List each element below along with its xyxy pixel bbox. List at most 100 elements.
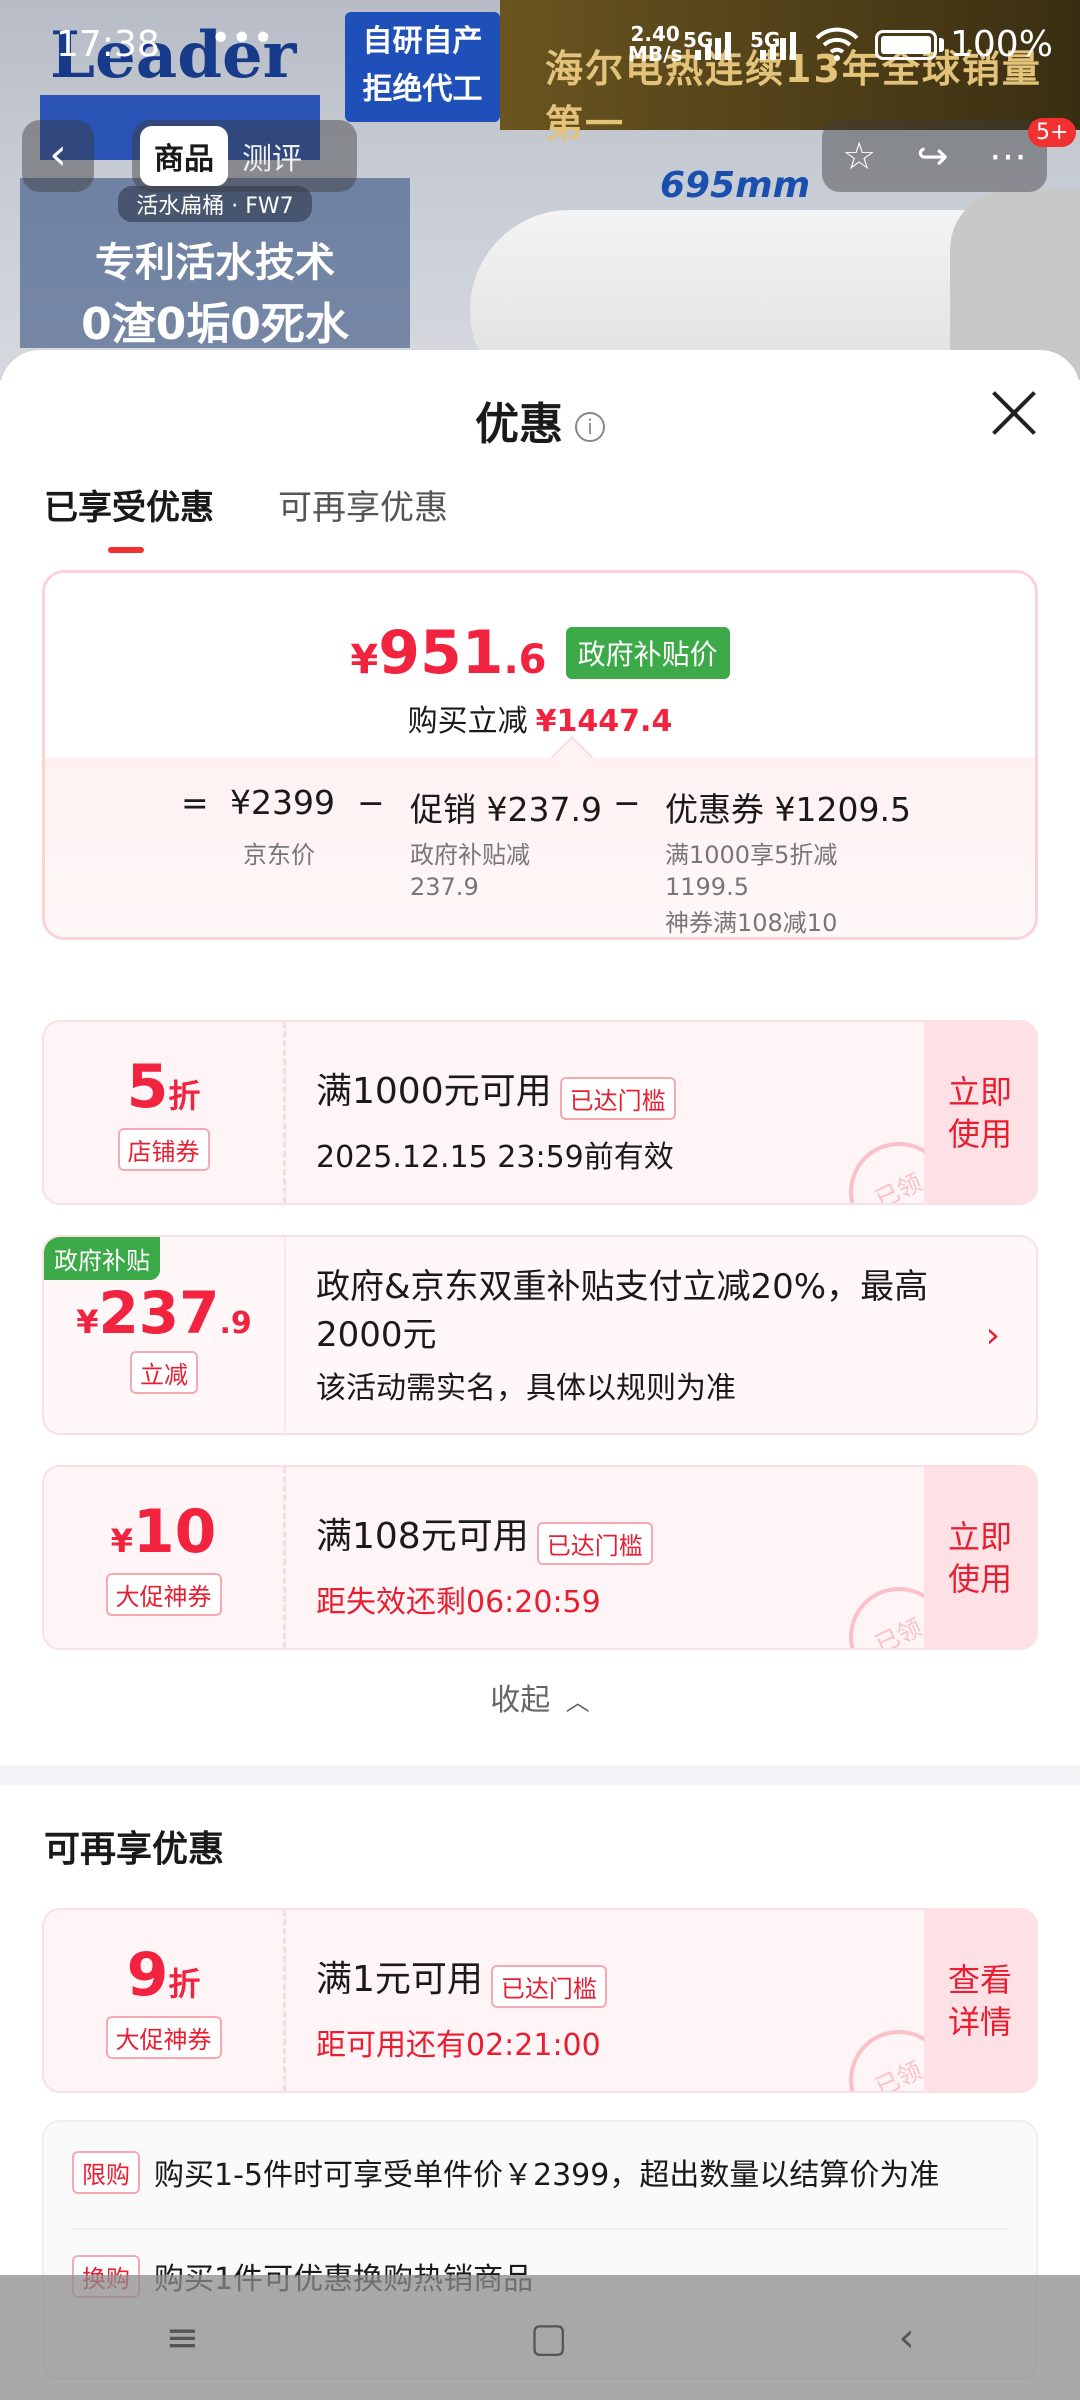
- formula-jd-price: ¥2399: [230, 783, 335, 822]
- gov-value-int: 237: [98, 1279, 220, 1347]
- battery-icon: [875, 30, 937, 60]
- menu-icon[interactable]: ≡: [165, 2315, 199, 2361]
- coupon-store: 5折 店铺券 满1000元可用 已达门槛 2025.12.15 23:59前有效 …: [42, 1020, 1038, 1205]
- view-details-button[interactable]: 查看详情: [924, 1910, 1036, 2091]
- instant-label: 购买立减: [407, 704, 528, 739]
- status-bar: 17:38 ••• 2.40 MB/s 5G 5G 100%: [0, 0, 1080, 90]
- formula-jd-label: 京东价: [243, 841, 315, 869]
- sheet-title: 优惠 i: [0, 388, 1080, 452]
- coupon-type: 店铺券: [117, 1128, 210, 1171]
- dimension-label: 695mm: [660, 165, 811, 206]
- coupon-countdown: 距失效还剩06:20:59: [316, 1585, 601, 1620]
- gov-value: ¥237.9: [44, 1279, 284, 1347]
- formula-promo-sub2: 237.9: [410, 873, 479, 901]
- use-now-label: 立即使用: [947, 1072, 1012, 1153]
- formula-coupon-sub2: 1199.5: [665, 873, 749, 901]
- coupon-type: 大促神券: [105, 2016, 222, 2059]
- gov-flag: 政府补贴: [44, 1237, 160, 1280]
- coupon-main: 满1元可用 已达门槛 距可用还有02:21:00: [316, 1950, 876, 2064]
- more-icon[interactable]: ⋯: [989, 134, 1027, 178]
- coupon-value-num: 5: [126, 1052, 169, 1122]
- tab-enjoyed[interactable]: 已享受优惠: [44, 480, 214, 553]
- coupon-title: 满1元可用: [316, 1959, 483, 2000]
- coupon-title: 满1000元可用: [316, 1071, 552, 1112]
- patent-line1: 专利活水技术: [95, 240, 335, 286]
- back-icon[interactable]: ‹: [899, 2315, 915, 2361]
- coupon-title: 满108元可用: [316, 1516, 529, 1557]
- home-icon[interactable]: ▢: [530, 2315, 568, 2361]
- final-price: ¥951.6: [350, 618, 546, 688]
- coupon-value: ¥10: [44, 1497, 283, 1567]
- chevron-left-icon: ‹: [49, 129, 67, 180]
- limit-row: 限购 购买1-5件时可享受单件价￥2399，超出数量以结算价为准: [72, 2150, 1008, 2194]
- price-int: 951: [378, 618, 504, 688]
- coupon-value: 5折: [44, 1052, 283, 1122]
- coupon-more: 9折 大促神券 满1元可用 已达门槛 距可用还有02:21:00 已领 查看详情: [42, 1908, 1038, 2093]
- gov-title: 政府&京东双重补贴支付立减20%，最高2000元: [316, 1267, 929, 1355]
- chevron-right-icon: ›: [985, 1315, 1000, 1356]
- wifi-icon: [815, 27, 859, 61]
- chevron-up-icon: ︿: [565, 1688, 590, 1716]
- formula-minus2: −: [613, 783, 641, 822]
- coupon-main: 满1000元可用 已达门槛 2025.12.15 23:59前有效: [316, 1062, 876, 1176]
- price-summary: ¥951.6 政府补贴价 购买立减 ¥1447.4 = ¥2399 − 促销 ¥2…: [42, 570, 1038, 940]
- nav-actions: ☆ ↪ ⋯: [822, 120, 1047, 192]
- coupon-promo: ¥10 大促神券 满108元可用 已达门槛 距失效还剩06:20:59 已领 立即…: [42, 1465, 1038, 1650]
- coupon-currency: ¥: [110, 1522, 133, 1560]
- gov-value-dec: .9: [219, 1306, 252, 1341]
- collapse-button[interactable]: 收起 ︿: [0, 1675, 1080, 1719]
- battery-percent: 100%: [950, 24, 1053, 65]
- formula-coupon: 优惠券 ¥1209.5: [665, 790, 911, 829]
- threshold-badge: 已达门槛: [559, 1077, 676, 1120]
- summary-top: ¥951.6 政府补贴价 购买立减 ¥1447.4: [45, 573, 1035, 758]
- share-icon[interactable]: ↪: [917, 134, 949, 178]
- tab-review[interactable]: 测评: [228, 126, 316, 186]
- coupon-countdown: 距可用还有02:21:00: [316, 2028, 601, 2063]
- view-details-label: 查看详情: [947, 1960, 1012, 2041]
- star-icon[interactable]: ☆: [842, 134, 876, 178]
- use-now-button[interactable]: 立即使用: [924, 1467, 1036, 1648]
- threshold-badge: 已达门槛: [536, 1522, 653, 1565]
- coupon-value-area: 5折 店铺券: [44, 1022, 286, 1203]
- formula-coupon-sub3: 神券满108减10: [665, 909, 838, 937]
- coupon-value-num: 10: [132, 1497, 217, 1567]
- coupon-value-area: 9折 大促神券: [44, 1910, 286, 2091]
- price-currency: ¥: [350, 637, 379, 683]
- threshold-badge: 已达门槛: [490, 1965, 607, 2008]
- coupon-value-unit: 折: [168, 1077, 201, 1115]
- coupon-value-unit: 折: [168, 1965, 201, 2003]
- limit-divider: [72, 2228, 1008, 2230]
- discount-tabs: 已享受优惠 可再享优惠: [44, 480, 448, 553]
- more-section-title: 可再享优惠: [44, 1829, 225, 1870]
- back-button[interactable]: ‹: [22, 120, 94, 192]
- coupon-value-area: ¥10 大促神券: [44, 1467, 286, 1648]
- formula-minus1: −: [357, 783, 385, 822]
- price-dec: .6: [503, 637, 547, 683]
- gov-subsidy-card[interactable]: ¥237.9 立减 政府补贴 政府&京东双重补贴支付立减20%，最高2000元 …: [42, 1235, 1038, 1435]
- section-divider: [0, 1765, 1080, 1785]
- message-badge: 5+: [1028, 118, 1077, 147]
- patent-line2: 0渣0垢0死水: [81, 299, 349, 350]
- tab-product[interactable]: 商品: [140, 126, 228, 186]
- coupon-value: 9折: [44, 1940, 283, 2010]
- formula-promo: 促销 ¥237.9: [410, 790, 602, 829]
- coupon-value-num: 9: [126, 1940, 169, 2010]
- battery-tip: [939, 38, 944, 52]
- tab-more[interactable]: 可再享优惠: [278, 480, 448, 553]
- status-dots: •••: [210, 18, 274, 59]
- use-now-button[interactable]: 立即使用: [924, 1022, 1036, 1203]
- signal-2-icon: [760, 28, 796, 60]
- limit-text: 购买1-5件时可享受单件价￥2399，超出数量以结算价为准: [154, 2158, 940, 2193]
- status-time: 17:38: [56, 24, 160, 65]
- system-nav-bar: ≡ ▢ ‹: [0, 2275, 1080, 2400]
- coupon-type: 大促神券: [105, 1573, 222, 1616]
- use-now-label: 立即使用: [947, 1517, 1012, 1598]
- close-button[interactable]: [990, 388, 1038, 436]
- limit-tag: 限购: [72, 2150, 140, 2194]
- formula-coupon-sub1: 满1000享5折减: [665, 841, 838, 869]
- coupon-expiry: 2025.12.15 23:59前有效: [316, 1140, 674, 1175]
- info-icon[interactable]: i: [575, 412, 605, 442]
- net-speed: 2.40 MB/s: [628, 24, 682, 64]
- gov-main: 政府&京东双重补贴支付立减20%，最高2000元 该活动需实名，具体以规则为准: [316, 1263, 976, 1407]
- summary-formula: = ¥2399 − 促销 ¥237.9 − 优惠券 ¥1209.5 京东价 政府…: [45, 735, 1035, 937]
